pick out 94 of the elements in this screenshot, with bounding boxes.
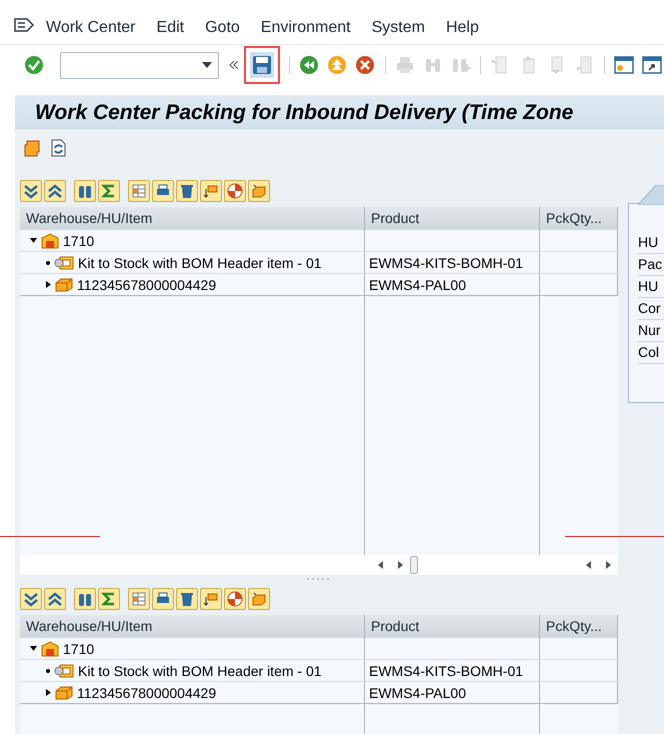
bullet-icon [46, 260, 50, 264]
expand-all-button[interactable] [20, 180, 42, 202]
print-button[interactable] [152, 588, 174, 610]
scrollbar-thumb[interactable] [410, 556, 418, 574]
binoculars-icon [77, 591, 93, 607]
product-cell: EWMS4-PAL00 [369, 684, 466, 700]
collapse-all-button[interactable] [44, 180, 66, 202]
splitter-handle[interactable] [307, 578, 331, 580]
product-icon [54, 256, 74, 270]
refresh-document-icon[interactable] [49, 139, 67, 157]
repack-button[interactable] [200, 180, 222, 202]
tree-node-label[interactable]: 112345678000004429 [77, 684, 216, 700]
column-header[interactable]: Product [365, 207, 540, 230]
dropdown-icon[interactable] [202, 62, 212, 68]
menu-item[interactable]: Edit [156, 19, 184, 37]
collapse-icon[interactable] [30, 238, 37, 243]
box-icon [251, 591, 267, 607]
box-icon [55, 278, 73, 292]
exit-icon [327, 55, 348, 75]
expand-icon[interactable] [46, 689, 51, 696]
repack-icon [203, 591, 219, 607]
lifebuoy-button[interactable] [224, 180, 246, 202]
collapse-all-icon [47, 183, 63, 199]
box-icon [251, 183, 267, 199]
save-button[interactable] [250, 52, 274, 78]
lifebuoy-button[interactable] [224, 588, 246, 610]
tree-node-label[interactable]: Kit to Stock with BOM Header item - 01 [78, 662, 322, 678]
layout-icon [131, 183, 147, 199]
menu-icon[interactable] [14, 18, 34, 34]
collapse-toolbar-icon[interactable] [228, 61, 238, 69]
column-header[interactable]: PckQty... [540, 207, 618, 230]
column-header[interactable]: Warehouse/HU/Item [20, 207, 365, 230]
menu-item[interactable]: Work Center [46, 19, 136, 37]
expand-all-icon [23, 591, 39, 607]
column-header[interactable]: PckQty... [540, 615, 618, 638]
product-cell: EWMS4-KITS-BOMH-01 [369, 662, 524, 678]
delete-icon [179, 591, 195, 607]
tree-node-label[interactable]: 1710 [63, 232, 94, 248]
product-cell: EWMS4-KITS-BOMH-01 [369, 254, 524, 270]
lifebuoy-icon [227, 183, 243, 199]
print-button[interactable] [152, 180, 174, 202]
tree-node-label[interactable]: Kit to Stock with BOM Header item - 01 [78, 254, 322, 270]
field-label: Pac [638, 254, 664, 276]
menu-item[interactable]: Goto [205, 19, 240, 37]
collapse-icon[interactable] [30, 646, 37, 651]
box-button[interactable] [248, 180, 270, 202]
back-icon [299, 55, 320, 75]
warehouse-icon [41, 640, 59, 656]
product-icon [54, 664, 74, 678]
lifebuoy-icon [227, 591, 243, 607]
delete-button[interactable] [176, 588, 198, 610]
cancel-icon [355, 55, 376, 75]
column-header[interactable]: Product [365, 615, 540, 638]
screen-title: Work Center Packing for Inbound Delivery (Time Zone [35, 100, 574, 124]
field-label: HU [638, 232, 664, 254]
command-field[interactable] [60, 52, 219, 78]
repack-icon [203, 183, 219, 199]
product-cell: EWMS4-PAL00 [369, 276, 466, 292]
box-icon [55, 686, 73, 700]
expand-all-icon [23, 183, 39, 199]
binoculars-icon [77, 183, 93, 199]
sum-button[interactable] [98, 180, 120, 202]
enter-icon[interactable] [24, 55, 43, 75]
tree-node-label[interactable]: 1710 [63, 640, 94, 656]
print-icon [394, 55, 415, 75]
warehouse-icon [41, 232, 59, 248]
sum-icon [101, 183, 117, 199]
tree-node-label[interactable]: 112345678000004429 [77, 276, 216, 292]
repack-button[interactable] [200, 588, 222, 610]
box-button[interactable] [248, 588, 270, 610]
bullet-icon [46, 668, 50, 672]
menu-item[interactable]: Help [446, 19, 479, 37]
menu-item[interactable]: System [372, 19, 425, 37]
sum-button[interactable] [98, 588, 120, 610]
expand-icon[interactable] [46, 281, 51, 288]
save-icon [252, 55, 272, 75]
delete-button[interactable] [176, 180, 198, 202]
new-window-icon [614, 55, 634, 75]
collapse-all-icon [47, 591, 63, 607]
layout-icon [131, 591, 147, 607]
layout-button[interactable] [128, 180, 150, 202]
field-label: HU [638, 276, 664, 298]
collapse-all-button[interactable] [44, 588, 66, 610]
field-label: Cor [638, 298, 664, 320]
delete-icon [179, 183, 195, 199]
menu-item[interactable]: Environment [260, 19, 351, 37]
expand-all-button[interactable] [20, 588, 42, 610]
sum-icon [101, 591, 117, 607]
binoculars-button[interactable] [74, 588, 96, 610]
column-header[interactable]: Warehouse/HU/Item [20, 615, 365, 638]
field-label: Nur [638, 320, 664, 342]
field-label: Col [638, 342, 664, 364]
layout-button[interactable] [128, 588, 150, 610]
binoculars-button[interactable] [74, 180, 96, 202]
